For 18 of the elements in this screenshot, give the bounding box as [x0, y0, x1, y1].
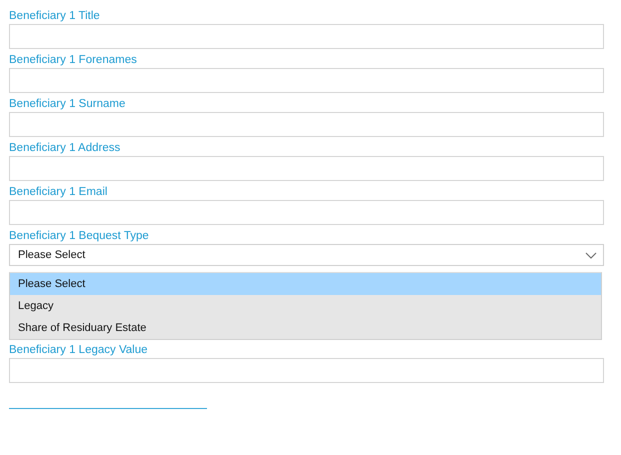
chevron-down-icon [585, 252, 597, 258]
field-label: Beneficiary 1 Email [9, 185, 108, 200]
input-field[interactable] [9, 68, 604, 93]
field-label: Beneficiary 1 Title [9, 9, 100, 24]
field-label: Beneficiary 1 Forenames [9, 53, 137, 68]
dropdown-option[interactable]: Share of Residuary Estate [10, 317, 601, 339]
dropdown[interactable]: Please Select [9, 244, 604, 266]
field-label: Beneficiary 1 Legacy Value [9, 343, 148, 358]
field-label: Beneficiary 1 Address [9, 141, 120, 156]
input-field[interactable] [9, 112, 604, 137]
field-label: Beneficiary 1 Surname [9, 97, 126, 112]
input-field[interactable] [9, 156, 604, 181]
dropdown-option[interactable]: Legacy [10, 295, 601, 317]
field-label: Beneficiary 1 Bequest Type [9, 229, 149, 244]
input-field[interactable] [9, 200, 604, 225]
input-field[interactable] [9, 358, 604, 383]
input-field[interactable] [9, 24, 604, 49]
dropdown-option[interactable]: Please Select [10, 273, 601, 295]
